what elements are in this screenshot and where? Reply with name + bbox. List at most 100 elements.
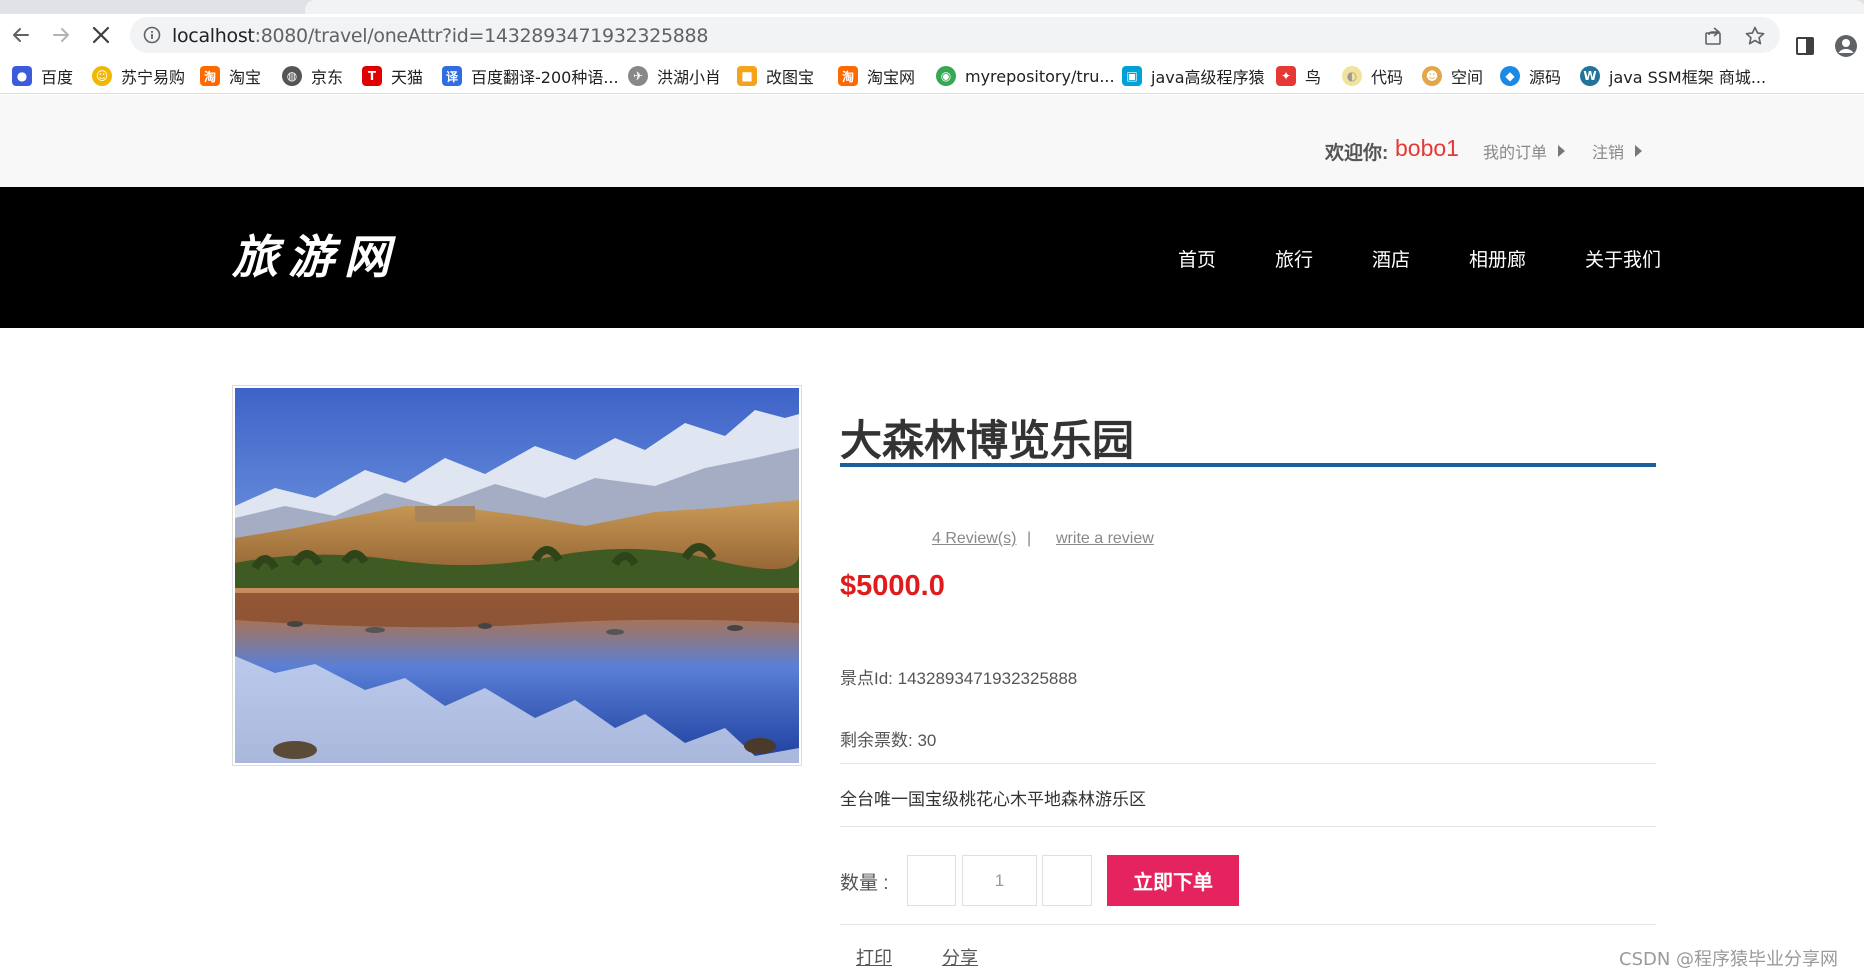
divider [840,763,1656,764]
bookmarks-bar: ● 百度 ☺ 苏宁易购 淘淘宝 ◍ 京东 T 天猫 译百度翻译-200种语... ✈ 洪湖… [0,58,1864,94]
attraction-description: 全台唯一国宝级桃花心木平地森林游乐区 [840,790,1146,809]
my-orders-link[interactable]: 我的订单 [1483,139,1566,163]
bookmark-label: 京东 [311,68,344,87]
nav-hotel[interactable]: 酒店 [1372,245,1410,272]
bookmark-item[interactable]: Wjava SSM框架 商城... [1580,64,1766,88]
web-page: 欢迎你: bobo1 我的订单 注销 旅游网 首页 旅行 酒店 相册廊 关于我们 [0,95,1864,976]
bookmark-label: 淘宝 [229,68,262,87]
bookmark-label: 空间 [1451,68,1484,87]
bookmark-item[interactable]: ✦ 鸟 [1276,64,1321,88]
stop-loading-icon[interactable] [86,20,116,50]
image-tool-icon: ■ [737,66,757,86]
bookmark-label: 洪湖小肖 [657,68,722,87]
landscape-image [235,388,799,763]
site-logo[interactable]: 旅游网 [232,221,400,287]
bookmark-item[interactable]: ● 百度 [12,64,73,88]
quantity-label: 数量 : [840,873,889,894]
browser-active-tab[interactable] [305,0,1864,14]
bookmark-item[interactable]: ■ 改图宝 [737,64,814,88]
caret-right-icon [1558,145,1566,157]
bookmark-label: 百度 [41,68,74,87]
welcome-label: 欢迎你: [1325,143,1389,164]
bookmark-label: 源码 [1529,68,1562,87]
bookmark-label: 淘宝网 [867,68,916,87]
logout-label: 注销 [1592,145,1625,162]
forward-icon[interactable] [46,20,76,50]
bookmark-item[interactable]: 译百度翻译-200种语... [442,64,619,88]
caret-right-icon [1635,145,1643,157]
print-link[interactable]: 打印 [856,944,892,970]
url-text[interactable]: localhost:8080/travel/oneAttr?id=1432893… [172,25,708,47]
bookmark-item[interactable]: ▣ java高级程序猿 [1122,64,1265,88]
bookmark-item[interactable]: ◐ 代码 [1342,64,1403,88]
bookmark-item[interactable]: 淘淘宝 [200,64,261,88]
quantity-input[interactable] [962,855,1037,906]
review-separator: | [1027,530,1032,547]
share-page-icon[interactable] [1703,25,1725,47]
suning-icon: ☺ [92,66,112,86]
watermark: CSDN @程序猿毕业分享网 [1619,949,1839,970]
site-info-icon[interactable] [143,26,161,44]
bookmark-label: java高级程序猿 [1151,68,1265,87]
baidu-translate-icon: 译 [442,66,462,86]
tmall-icon: T [362,66,382,86]
address-bar[interactable]: localhost:8080/travel/oneAttr?id=1432893… [130,17,1780,53]
bird-logo-icon: ✦ [1276,66,1296,86]
write-review-link[interactable]: write a review [1056,530,1154,548]
title-divider [840,463,1656,467]
wordpress-icon: W [1580,66,1600,86]
url-host: localhost [172,25,255,47]
order-now-button[interactable]: 立即下单 [1107,855,1239,906]
bookmark-item[interactable]: ◆ 源码 [1500,64,1561,88]
price: $5000.0 [840,570,945,602]
bookmark-label: 天猫 [391,68,424,87]
username[interactable]: bobo1 [1395,135,1459,162]
profile-avatar-icon[interactable] [1834,34,1858,58]
bookmark-item[interactable]: 淘淘宝网 [838,64,915,88]
bookmark-item[interactable]: ◉ myrepository/tru... [936,64,1115,88]
bookmark-label: 苏宁易购 [121,68,186,87]
bookmark-label: 改图宝 [766,68,815,87]
side-panel-icon[interactable] [1793,34,1817,58]
share-link[interactable]: 分享 [942,944,978,970]
bookmark-label: java SSM框架 商城... [1609,68,1767,87]
nav-about[interactable]: 关于我们 [1585,245,1661,272]
taobao-icon: 淘 [838,66,858,86]
nav-gallery[interactable]: 相册廊 [1469,245,1526,272]
browser-tabstrip [0,0,1864,14]
remaining-tickets: 剩余票数: 30 [840,731,937,750]
baidu-paw-icon: ● [12,66,32,86]
divider [840,826,1656,827]
taobao-icon: 淘 [200,66,220,86]
globe-icon: ◍ [282,66,302,86]
bilibili-icon: ▣ [1122,66,1142,86]
nav-home[interactable]: 首页 [1178,245,1216,272]
reviews-link[interactable]: 4 Review(s) [932,530,1016,548]
attraction-title: 大森林博览乐园 [840,417,1135,464]
quantity-increase-button[interactable] [1042,855,1092,906]
bookmark-label: 鸟 [1305,68,1322,87]
space-icon: ☻ [1422,66,1442,86]
quantity-decrease-button[interactable] [907,855,956,906]
logout-link[interactable]: 注销 [1592,139,1643,163]
nav-travel[interactable]: 旅行 [1275,245,1313,272]
bookmark-item[interactable]: T 天猫 [362,64,423,88]
source-icon: ◆ [1500,66,1520,86]
attraction-id: 景点Id: 1432893471932325888 [840,669,1078,688]
code-icon: ◐ [1342,66,1362,86]
bookmark-star-icon[interactable] [1744,25,1766,47]
browser-toolbar: localhost:8080/travel/oneAttr?id=1432893… [0,14,1864,57]
bookmark-label: myrepository/tru... [965,66,1115,86]
chrome-icon: ◉ [936,66,956,86]
bookmark-item[interactable]: ☻ 空间 [1422,64,1483,88]
bookmark-item[interactable]: ✈ 洪湖小肖 [628,64,721,88]
divider [840,924,1656,925]
my-orders-label: 我的订单 [1483,145,1548,162]
attraction-photo [232,385,802,766]
bird-icon: ✈ [628,66,648,86]
site-header: 旅游网 首页 旅行 酒店 相册廊 关于我们 [0,187,1864,328]
bookmark-label: 代码 [1371,68,1404,87]
bookmark-item[interactable]: ◍ 京东 [282,64,343,88]
bookmark-item[interactable]: ☺ 苏宁易购 [92,64,185,88]
back-icon[interactable] [6,20,36,50]
